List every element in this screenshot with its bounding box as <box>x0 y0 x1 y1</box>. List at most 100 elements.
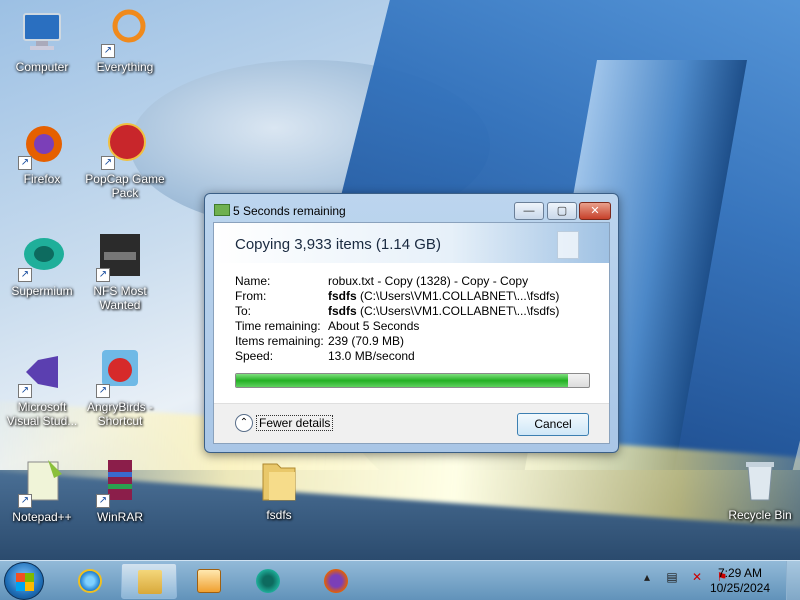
copy-progress-bar <box>235 373 590 388</box>
detail-row-from: From: fsdfs (C:\Users\VM1.COLLABNET\...\… <box>235 289 559 304</box>
to-label: To: <box>235 304 252 318</box>
desktop-icon-visual-studio[interactable]: ↗ Microsoft Visual Stud... <box>0 348 84 428</box>
internet-explorer-icon <box>78 569 102 593</box>
shortcut-arrow-icon: ↗ <box>18 494 32 508</box>
desktop-icon-label: WinRAR <box>96 510 143 524</box>
start-button[interactable] <box>4 562 44 600</box>
fewer-details-label: Fewer details <box>256 415 334 431</box>
desktop-icon-folder-fsdfs[interactable]: fsdfs <box>237 456 321 522</box>
notepadpp-icon: ↗ <box>18 458 66 508</box>
from-folder-name: fsdfs <box>328 289 357 303</box>
copy-animation-icon <box>557 231 579 259</box>
close-button[interactable]: ✕ <box>579 202 611 220</box>
dialog-body: Copying 3,933 items (1.14 GB) Name: robu… <box>213 222 610 444</box>
supermium-icon <box>256 569 280 593</box>
volume-muted-icon[interactable]: ✕ <box>689 569 705 585</box>
taskbar-media-player[interactable] <box>181 563 237 599</box>
desktop-icon-label: Everything <box>96 60 154 74</box>
dialog-header: Copying 3,933 items (1.14 GB) <box>214 223 609 263</box>
computer-icon <box>18 8 66 56</box>
desktop-icon-angrybirds[interactable]: ↗ AngryBirds - Shortcut <box>78 348 162 428</box>
chevron-up-icon: ⌃ <box>235 414 253 432</box>
shortcut-arrow-icon: ↗ <box>101 44 115 58</box>
time-remaining-value: About 5 Seconds <box>328 319 420 333</box>
dialog-footer: ⌃ Fewer details Cancel <box>214 403 609 443</box>
detail-row-name: Name: robux.txt - Copy (1328) - Copy - C… <box>235 274 559 289</box>
clock-date: 10/25/2024 <box>709 581 770 595</box>
desktop-icon-label: Microsoft Visual Stud... <box>6 400 78 428</box>
shortcut-arrow-icon: ↗ <box>96 268 110 282</box>
maximize-button[interactable]: ▢ <box>547 202 577 220</box>
everything-icon: ↗ <box>101 8 149 58</box>
desktop-icon-notepadpp[interactable]: ↗ Notepad++ <box>0 458 84 524</box>
system-clock[interactable]: 7:29 AM 10/25/2024 <box>710 566 770 596</box>
shortcut-arrow-icon: ↗ <box>18 268 32 282</box>
progress-bar-fill <box>236 374 568 387</box>
supermium-icon: ↗ <box>18 232 66 282</box>
shortcut-arrow-icon: ↗ <box>18 384 32 398</box>
firefox-icon <box>324 569 348 593</box>
from-value[interactable]: fsdfs (C:\Users\VM1.COLLABNET\...\fsdfs) <box>328 289 559 304</box>
taskbar-firefox[interactable] <box>308 563 364 599</box>
copy-progress-dialog: 5 Seconds remaining — ▢ ✕ Copying 3,933 … <box>204 193 619 453</box>
name-label: Name: <box>235 274 271 288</box>
detail-row-items: Items remaining: 239 (70.9 MB) <box>235 334 559 349</box>
desktop-icon-label: Recycle Bin <box>728 508 792 522</box>
media-player-icon <box>197 569 221 593</box>
copy-status-heading: Copying 3,933 items (1.14 GB) <box>235 236 441 253</box>
popcap-icon: ↗ <box>101 120 149 170</box>
desktop-icon-supermium[interactable]: ↗ Supermium <box>0 232 84 298</box>
taskbar-supermium[interactable] <box>240 563 296 599</box>
desktop-icon-label: fsdfs <box>266 508 292 522</box>
taskbar-file-explorer[interactable] <box>121 563 177 599</box>
desktop-icon-label: Computer <box>15 60 69 74</box>
speed-value: 13.0 MB/second <box>328 349 415 363</box>
firefox-icon: ↗ <box>18 120 66 170</box>
angrybirds-icon: ↗ <box>96 348 144 398</box>
items-remaining-label: Items remaining: <box>235 334 324 348</box>
desktop-icon-recycle-bin[interactable]: Recycle Bin <box>716 456 800 522</box>
nfs-icon: ↗ <box>96 232 144 282</box>
from-path: (C:\Users\VM1.COLLABNET\...\fsdfs) <box>356 289 560 303</box>
cancel-button[interactable]: Cancel <box>517 413 589 436</box>
shortcut-arrow-icon: ↗ <box>96 384 110 398</box>
to-path: (C:\Users\VM1.COLLABNET\...\fsdfs) <box>356 304 560 318</box>
desktop-icon-winrar[interactable]: ↗ WinRAR <box>78 458 162 524</box>
desktop-icon-computer[interactable]: Computer <box>0 8 84 74</box>
time-remaining-label: Time remaining: <box>235 319 321 333</box>
minimize-button[interactable]: — <box>514 202 544 220</box>
to-folder-name: fsdfs <box>328 304 357 318</box>
to-value[interactable]: fsdfs (C:\Users\VM1.COLLABNET\...\fsdfs) <box>328 304 559 319</box>
desktop-icon-firefox[interactable]: ↗ Firefox <box>0 120 84 186</box>
dialog-title: 5 Seconds remaining <box>233 204 346 218</box>
recycle-bin-icon <box>736 456 784 504</box>
show-desktop-button[interactable] <box>786 561 800 600</box>
file-explorer-icon <box>138 570 162 594</box>
from-label: From: <box>235 289 267 303</box>
folder-icon <box>255 456 303 504</box>
windows-logo-icon <box>16 573 34 591</box>
detail-row-speed: Speed: 13.0 MB/second <box>235 349 559 364</box>
shortcut-arrow-icon: ↗ <box>18 156 32 170</box>
taskbar: ▴ ▤ ✕ ⚑ 7:29 AM 10/25/2024 <box>0 560 800 600</box>
desktop-icon-label: NFS Most Wanted <box>93 284 147 312</box>
shortcut-arrow-icon: ↗ <box>101 156 115 170</box>
name-value: robux.txt - Copy (1328) - Copy - Copy <box>328 274 529 288</box>
visual-studio-icon: ↗ <box>18 348 66 398</box>
items-remaining-value: 239 (70.9 MB) <box>328 334 405 348</box>
desktop-icon-everything[interactable]: ↗ Everything <box>83 8 167 74</box>
speed-label: Speed: <box>235 349 274 363</box>
desktop-icon-popcap[interactable]: ↗ PopCap Game Pack <box>83 120 167 200</box>
desktop-icon-nfs[interactable]: ↗ NFS Most Wanted <box>78 232 162 312</box>
desktop-icon-label: Firefox <box>23 172 61 186</box>
desktop-icon-label: Notepad++ <box>12 510 72 524</box>
chevron-up-icon[interactable]: ▴ <box>639 569 655 585</box>
desktop-icon-label: Supermium <box>11 284 73 298</box>
fewer-details-toggle[interactable]: ⌃ Fewer details <box>235 414 334 432</box>
network-icon[interactable]: ▤ <box>664 569 680 585</box>
detail-row-time: Time remaining: About 5 Seconds <box>235 319 559 334</box>
taskbar-internet-explorer[interactable] <box>62 563 118 599</box>
copy-dialog-icon <box>214 204 230 216</box>
detail-row-to: To: fsdfs (C:\Users\VM1.COLLABNET\...\fs… <box>235 304 559 319</box>
winrar-icon: ↗ <box>96 458 144 508</box>
